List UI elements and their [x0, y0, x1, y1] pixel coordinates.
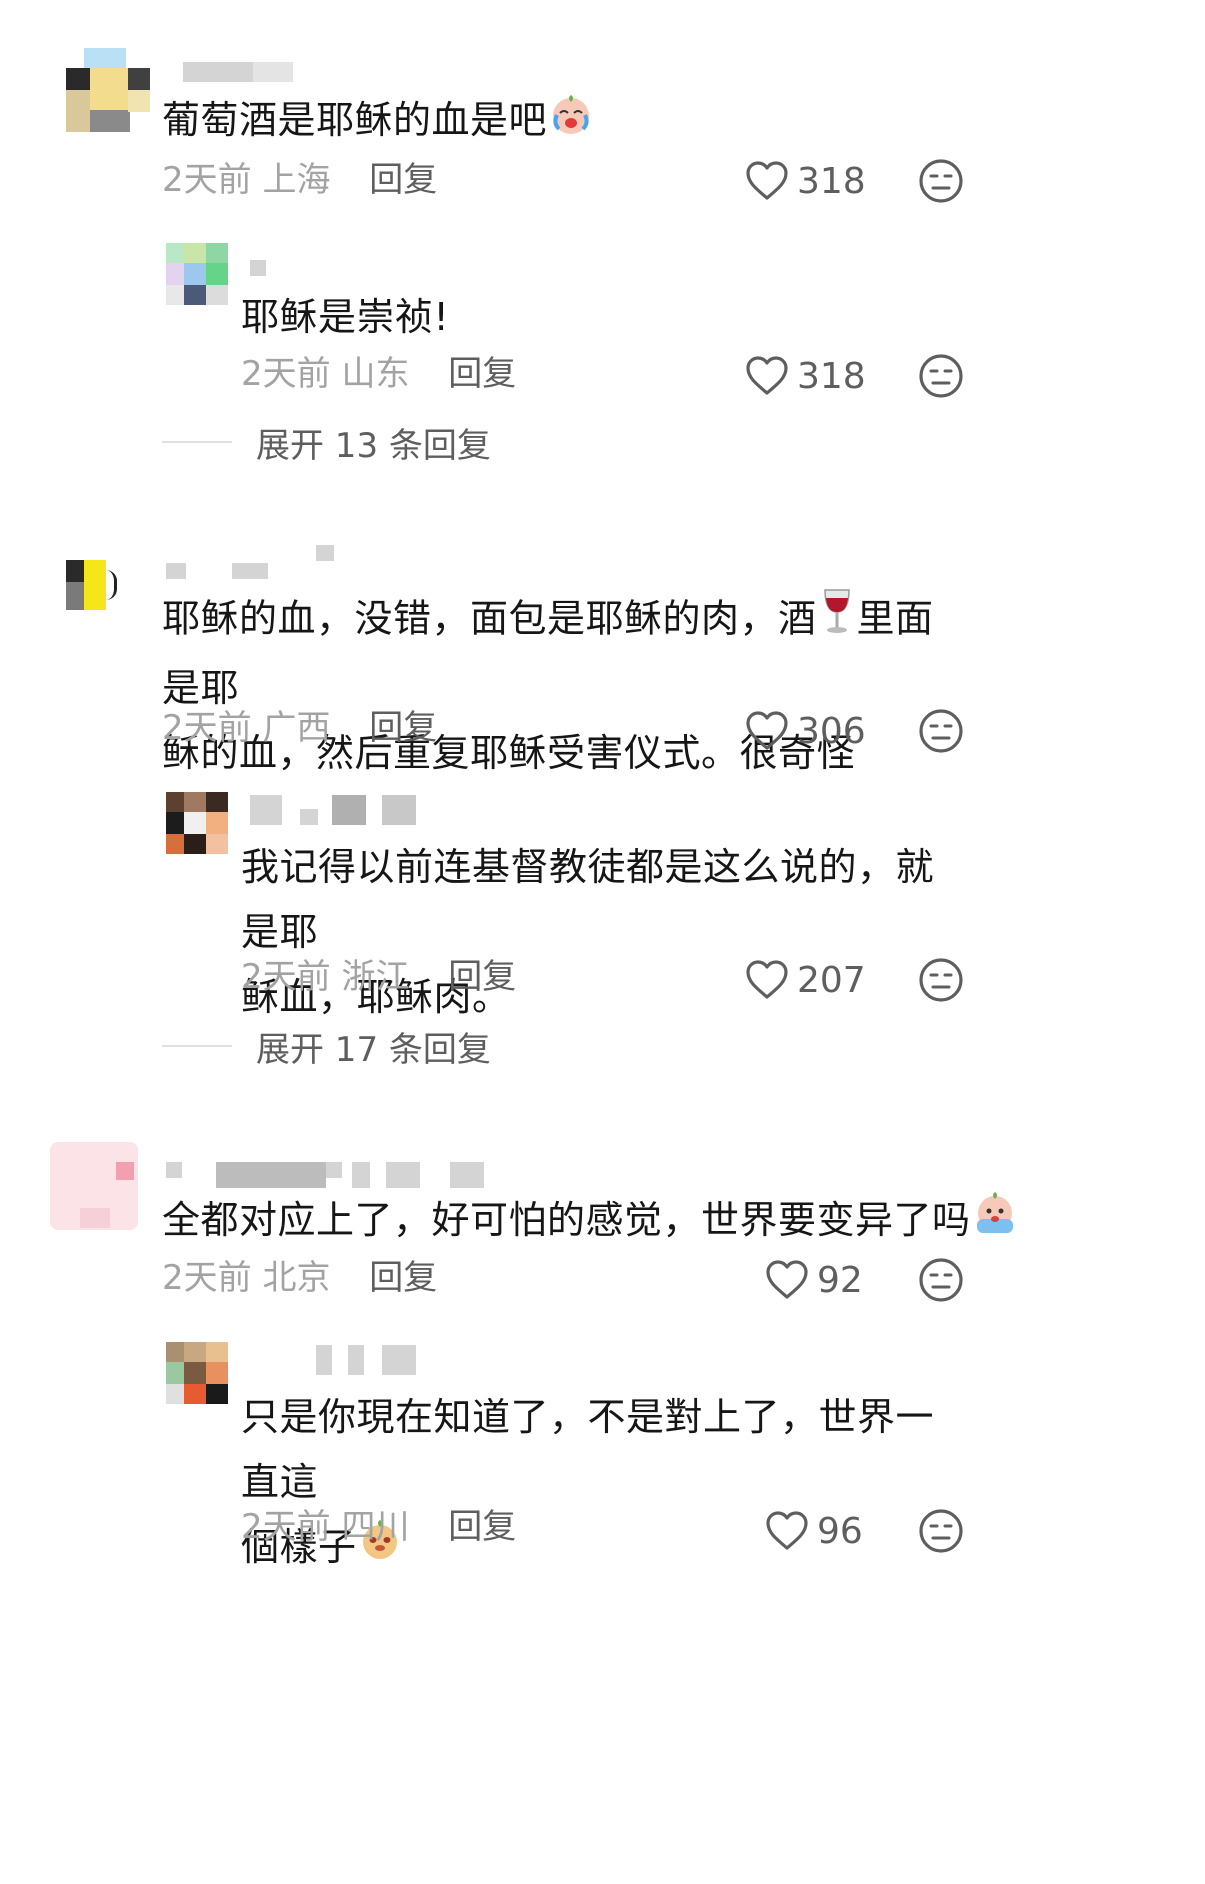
comment-time: 2天前: [162, 708, 252, 748]
comment-text: 葡萄酒是耶稣的血是吧: [162, 88, 595, 157]
like-count: 306: [797, 710, 866, 752]
expand-replies-button[interactable]: 展开 13 条回复: [162, 420, 491, 466]
username-redacted: [166, 1158, 506, 1188]
like-button[interactable]: 318: [745, 156, 866, 206]
reply-button[interactable]: 回复: [369, 1258, 437, 1298]
like-button[interactable]: 92: [765, 1255, 863, 1305]
reply-meta: 2天前 四川 回复: [241, 1505, 516, 1549]
dislike-button[interactable]: [918, 957, 966, 1005]
like-button[interactable]: 96: [765, 1506, 863, 1556]
sweat-emoji-icon: [971, 1189, 1019, 1257]
reply-time: 2天前: [241, 354, 331, 394]
reply-button[interactable]: 回复: [369, 708, 437, 748]
reply-button[interactable]: 回复: [448, 354, 516, 394]
reply-location: 四川: [341, 1507, 410, 1547]
like-count: 318: [797, 355, 866, 397]
dislike-button[interactable]: [918, 1508, 966, 1556]
comment-location: 北京: [262, 1258, 331, 1298]
like-count: 207: [797, 959, 866, 1001]
reply-time: 2天前: [241, 1507, 331, 1547]
crying-emoji-icon: [547, 89, 595, 157]
avatar[interactable]: [66, 48, 150, 132]
heart-icon: [746, 960, 788, 999]
reply-text: 耶稣是崇祯!: [241, 295, 450, 339]
username-redacted: [250, 795, 420, 825]
divider: [162, 1045, 232, 1047]
avatar[interactable]: [66, 560, 150, 644]
dislike-face-icon: [919, 958, 963, 1002]
avatar[interactable]: [50, 1142, 138, 1230]
reply-avatar[interactable]: [166, 243, 228, 305]
comment-time: 2天前: [162, 1258, 252, 1298]
expand-replies-button[interactable]: 展开 17 条回复: [162, 1024, 491, 1070]
comment-meta: 2天前 北京 回复: [162, 1256, 437, 1300]
like-button[interactable]: 207: [745, 955, 866, 1005]
username-redacted: [183, 62, 303, 86]
comment-time: 2天前: [162, 160, 252, 200]
like-count: 92: [817, 1259, 863, 1301]
comment-meta: 2天前 广西 回复: [162, 706, 437, 750]
wine-glass-icon: [817, 586, 857, 656]
reply-button[interactable]: 回复: [448, 957, 516, 997]
heart-icon: [766, 1260, 808, 1299]
comment-text: 全都对应上了，好可怕的感觉，世界要变异了吗: [162, 1188, 1019, 1257]
comment-location: 广西: [262, 708, 331, 748]
like-count: 318: [797, 160, 866, 202]
reply-meta: 2天前 浙江 回复: [241, 955, 516, 999]
expand-replies-label: 展开 17 条回复: [256, 1029, 491, 1070]
comment-meta: 2天前 上海 回复: [162, 158, 437, 202]
dislike-face-icon: [919, 159, 963, 203]
reply-button[interactable]: 回复: [448, 1507, 516, 1547]
like-button[interactable]: 318: [745, 351, 866, 401]
reply-location: 山东: [341, 354, 410, 394]
username-redacted: [250, 260, 280, 284]
dislike-button[interactable]: [918, 708, 966, 756]
reply-avatar[interactable]: [166, 1342, 228, 1404]
reply-meta: 2天前 山东 回复: [241, 352, 516, 396]
heart-icon: [746, 711, 788, 750]
reply-time: 2天前: [241, 957, 331, 997]
expand-replies-label: 展开 13 条回复: [256, 425, 491, 466]
dislike-button[interactable]: [918, 353, 966, 401]
dislike-face-icon: [919, 1509, 963, 1553]
like-button[interactable]: 306: [745, 706, 866, 756]
reply-avatar[interactable]: [166, 792, 228, 854]
dislike-face-icon: [919, 354, 963, 398]
reply-text-line: 只是你現在知道了，不是對上了，世界一直這: [241, 1395, 935, 1504]
heart-icon: [746, 356, 788, 395]
dislike-button[interactable]: [918, 1257, 966, 1305]
divider: [162, 441, 232, 443]
dislike-button[interactable]: [918, 158, 966, 206]
comment-text: 耶稣的血，没错，面包是耶稣的肉，酒 里面是耶 稣的血，然后重复耶稣受害仪式。很奇…: [162, 586, 962, 786]
heart-icon: [746, 161, 788, 200]
heart-icon: [766, 1511, 808, 1550]
username-redacted: [166, 545, 406, 579]
comment-location: 上海: [262, 160, 331, 200]
reply-text-line: 我记得以前连基督教徒都是这么说的，就是耶: [241, 845, 935, 954]
dislike-face-icon: [919, 1258, 963, 1302]
username-redacted: [316, 1345, 416, 1375]
reply-location: 浙江: [341, 957, 410, 997]
reply-button[interactable]: 回复: [369, 160, 437, 200]
like-count: 96: [817, 1510, 863, 1552]
dislike-face-icon: [919, 709, 963, 753]
